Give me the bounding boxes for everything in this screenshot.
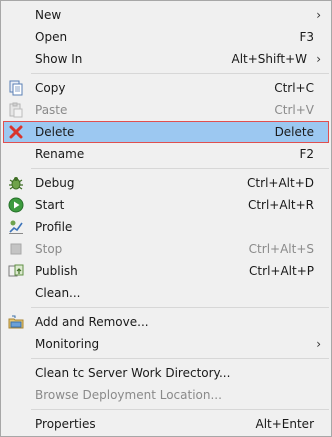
menu-item-shortcut: Delete: [274, 125, 314, 139]
submenu-arrow-icon: ›: [316, 52, 321, 66]
add-remove-icon: [8, 314, 24, 330]
menu-item-clean-tc-server-work-directory[interactable]: Clean tc Server Work Directory...: [3, 362, 329, 384]
menu-item-rename[interactable]: Rename F2: [3, 143, 329, 165]
menu-item-label: Properties: [35, 417, 96, 431]
menu-item-shortcut: F3: [299, 30, 314, 44]
menu-item-label: Debug: [35, 176, 75, 190]
menu-item-shortcut: Ctrl+Alt+S: [248, 242, 314, 256]
menu-item-stop[interactable]: Stop Ctrl+Alt+S: [3, 238, 329, 260]
menu-item-shortcut: Alt+Enter: [255, 417, 314, 431]
menu-item-label: Stop: [35, 242, 63, 256]
menu-item-profile[interactable]: Profile: [3, 216, 329, 238]
menu-item-label: Clean...: [35, 286, 81, 300]
menu-item-label: Clean tc Server Work Directory...: [35, 366, 231, 380]
submenu-arrow-icon: ›: [316, 337, 321, 351]
start-play-icon: [8, 197, 24, 213]
stop-icon: [8, 241, 24, 257]
menu-item-debug[interactable]: Debug Ctrl+Alt+D: [3, 172, 329, 194]
menu-item-label: Rename: [35, 147, 85, 161]
menu-item-add-and-remove[interactable]: Add and Remove...: [3, 311, 329, 333]
menu-separator: [31, 73, 329, 74]
menu-item-copy[interactable]: Copy Ctrl+C: [3, 77, 329, 99]
menu-item-properties[interactable]: Properties Alt+Enter: [3, 413, 329, 435]
debug-bug-icon: [8, 175, 24, 191]
menu-item-delete[interactable]: Delete Delete: [3, 121, 329, 143]
menu-item-label: Add and Remove...: [35, 315, 149, 329]
menu-item-paste[interactable]: Paste Ctrl+V: [3, 99, 329, 121]
menu-item-label: Copy: [35, 81, 66, 95]
menu-item-clean[interactable]: Clean...: [3, 282, 329, 304]
menu-separator: [31, 168, 329, 169]
menu-item-open[interactable]: Open F3: [3, 26, 329, 48]
menu-separator: [31, 358, 329, 359]
publish-icon: [8, 263, 24, 279]
menu-item-label: New: [35, 8, 62, 22]
menu-item-label: Publish: [35, 264, 78, 278]
menu-item-shortcut: Alt+Shift+W: [231, 52, 308, 66]
delete-icon: [8, 124, 24, 140]
paste-icon: [8, 102, 24, 118]
profile-icon: [8, 219, 24, 235]
menu-item-shortcut: Ctrl+V: [274, 103, 314, 117]
menu-item-label: Browse Deployment Location...: [35, 388, 222, 402]
menu-item-shortcut: Ctrl+Alt+D: [247, 176, 314, 190]
menu-item-start[interactable]: Start Ctrl+Alt+R: [3, 194, 329, 216]
menu-item-label: Show In: [35, 52, 83, 66]
menu-item-label: Start: [35, 198, 65, 212]
menu-item-shortcut: F2: [299, 147, 314, 161]
context-menu: New › Open F3 Show In Alt+Shift+W › Copy…: [0, 0, 332, 437]
menu-item-label: Monitoring: [35, 337, 100, 351]
menu-item-label: Open: [35, 30, 68, 44]
menu-separator: [31, 409, 329, 410]
menu-item-label: Profile: [35, 220, 73, 234]
copy-icon: [8, 80, 24, 96]
menu-item-new[interactable]: New ›: [3, 4, 329, 26]
menu-item-shortcut: Ctrl+Alt+P: [249, 264, 314, 278]
submenu-arrow-icon: ›: [316, 8, 321, 22]
menu-item-shortcut: Ctrl+Alt+R: [247, 198, 314, 212]
menu-item-monitoring[interactable]: Monitoring ›: [3, 333, 329, 355]
menu-item-shortcut: Ctrl+C: [274, 81, 314, 95]
menu-item-browse-deployment-location[interactable]: Browse Deployment Location...: [3, 384, 329, 406]
menu-item-label: Delete: [35, 125, 75, 139]
menu-item-show-in[interactable]: Show In Alt+Shift+W ›: [3, 48, 329, 70]
menu-item-label: Paste: [35, 103, 68, 117]
menu-separator: [31, 307, 329, 308]
menu-item-publish[interactable]: Publish Ctrl+Alt+P: [3, 260, 329, 282]
